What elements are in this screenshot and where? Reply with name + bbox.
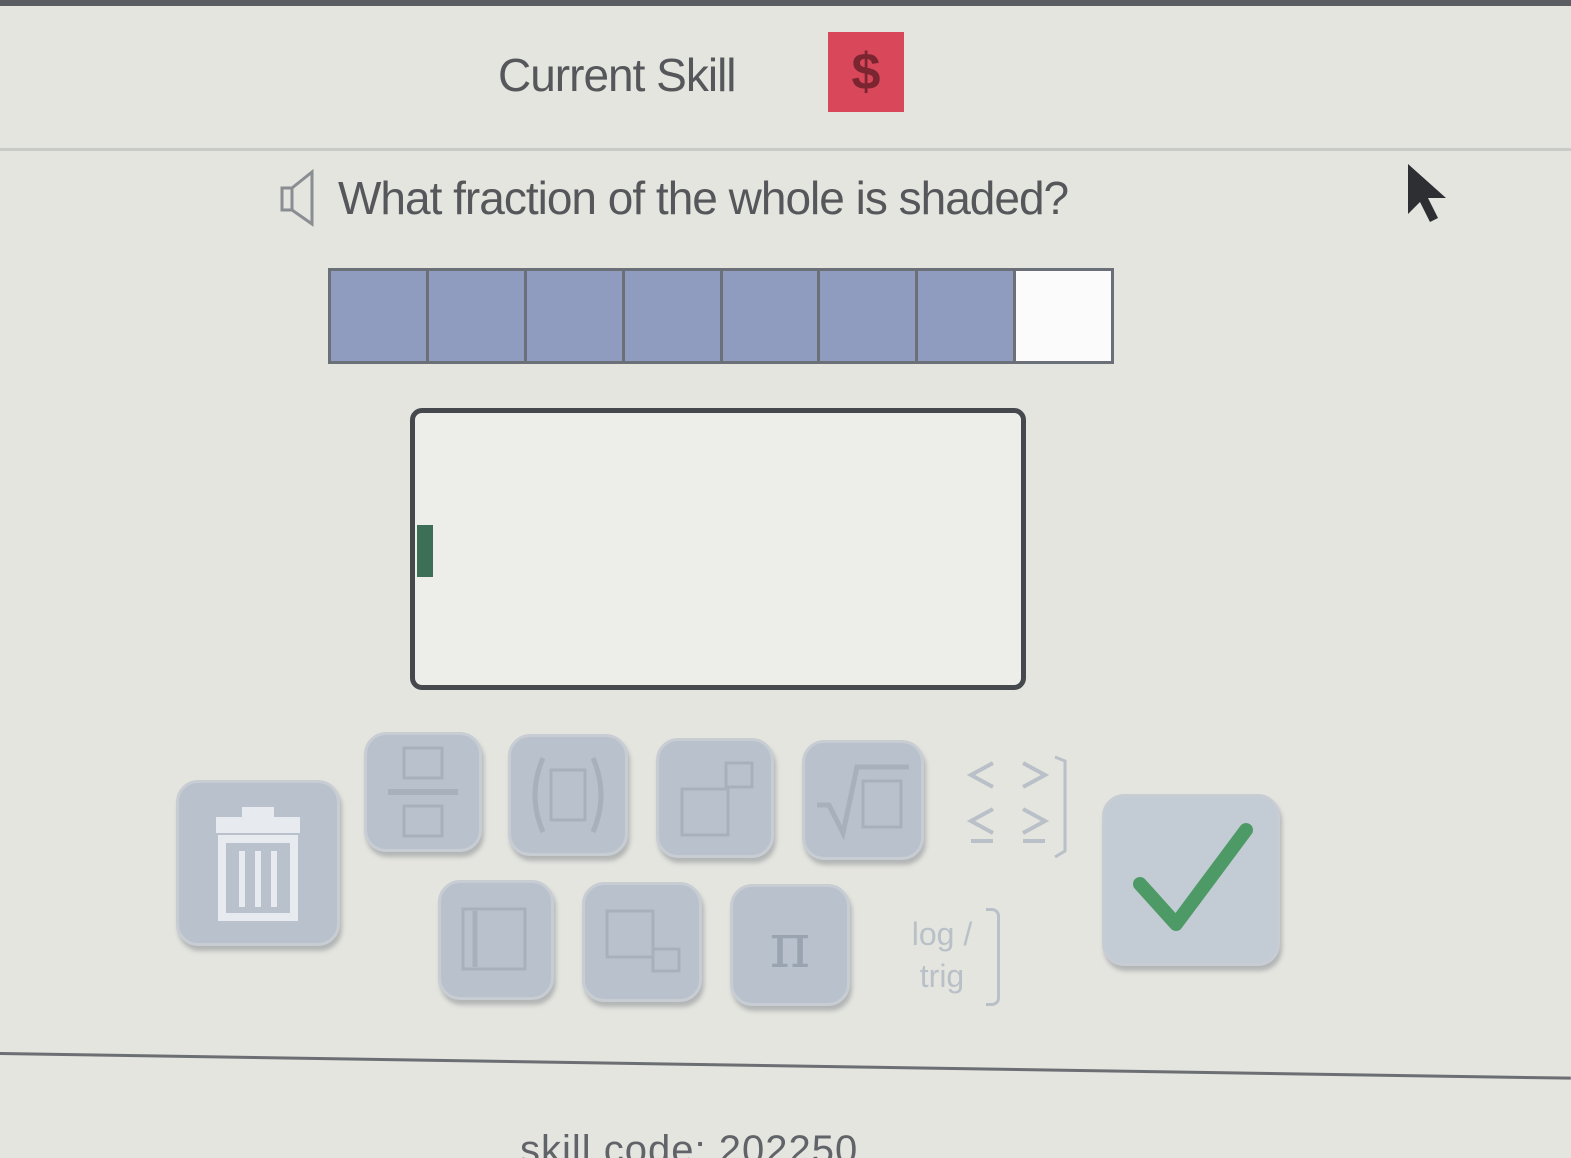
inequality-icon — [966, 755, 1067, 859]
question-row: What fraction of the whole is shaded? — [280, 168, 1069, 228]
inequality-button[interactable] — [952, 748, 1076, 864]
subscript-button[interactable] — [582, 882, 702, 1002]
shaded-segment — [918, 271, 1017, 361]
fraction-icon — [388, 746, 458, 838]
shaded-segment — [722, 271, 821, 361]
mixed-number-button[interactable] — [438, 880, 554, 1000]
header-divider — [0, 148, 1571, 151]
square-root-icon — [817, 764, 909, 841]
fraction-bar-model — [328, 268, 1114, 364]
app: Current Skill $ What fraction of the who… — [0, 0, 1571, 1158]
superscript-button[interactable] — [656, 738, 774, 858]
submit-button[interactable] — [1102, 794, 1280, 966]
pi-button[interactable]: π — [730, 884, 850, 1006]
dollar-badge[interactable]: $ — [828, 32, 904, 112]
shaded-segment — [428, 271, 527, 361]
pi-label: π — [769, 908, 811, 982]
parentheses-button[interactable] — [508, 734, 628, 856]
superscript-icon — [680, 761, 754, 837]
log-trig-button[interactable]: log / trig — [880, 896, 1004, 1014]
mouse-cursor-icon — [1408, 164, 1446, 222]
parentheses-icon — [532, 757, 604, 833]
check-icon — [1133, 823, 1253, 931]
speaker-icon[interactable] — [280, 168, 324, 228]
delete-button[interactable] — [176, 780, 340, 946]
trash-icon — [216, 807, 300, 921]
header: Current Skill $ — [0, 6, 1571, 152]
log-trig-bracket — [986, 908, 1000, 1006]
log-label: log / — [911, 916, 973, 952]
skill-code: skill code: 202250 — [520, 1128, 859, 1158]
text-caret — [417, 525, 433, 577]
shaded-segment — [526, 271, 625, 361]
shaded-segment — [820, 271, 919, 361]
unshaded-segment — [1016, 271, 1111, 361]
footer-divider — [0, 1052, 1571, 1080]
fraction-button[interactable] — [364, 732, 482, 852]
square-root-button[interactable] — [802, 740, 924, 860]
shaded-segment — [624, 271, 723, 361]
shaded-segment — [331, 271, 429, 361]
question-text: What fraction of the whole is shaded? — [338, 172, 1069, 224]
trig-label: trig — [919, 958, 965, 994]
answer-input[interactable] — [410, 408, 1026, 690]
subscript-icon — [605, 909, 681, 973]
current-skill-title: Current Skill — [498, 49, 737, 101]
mixed-number-icon — [461, 907, 527, 971]
